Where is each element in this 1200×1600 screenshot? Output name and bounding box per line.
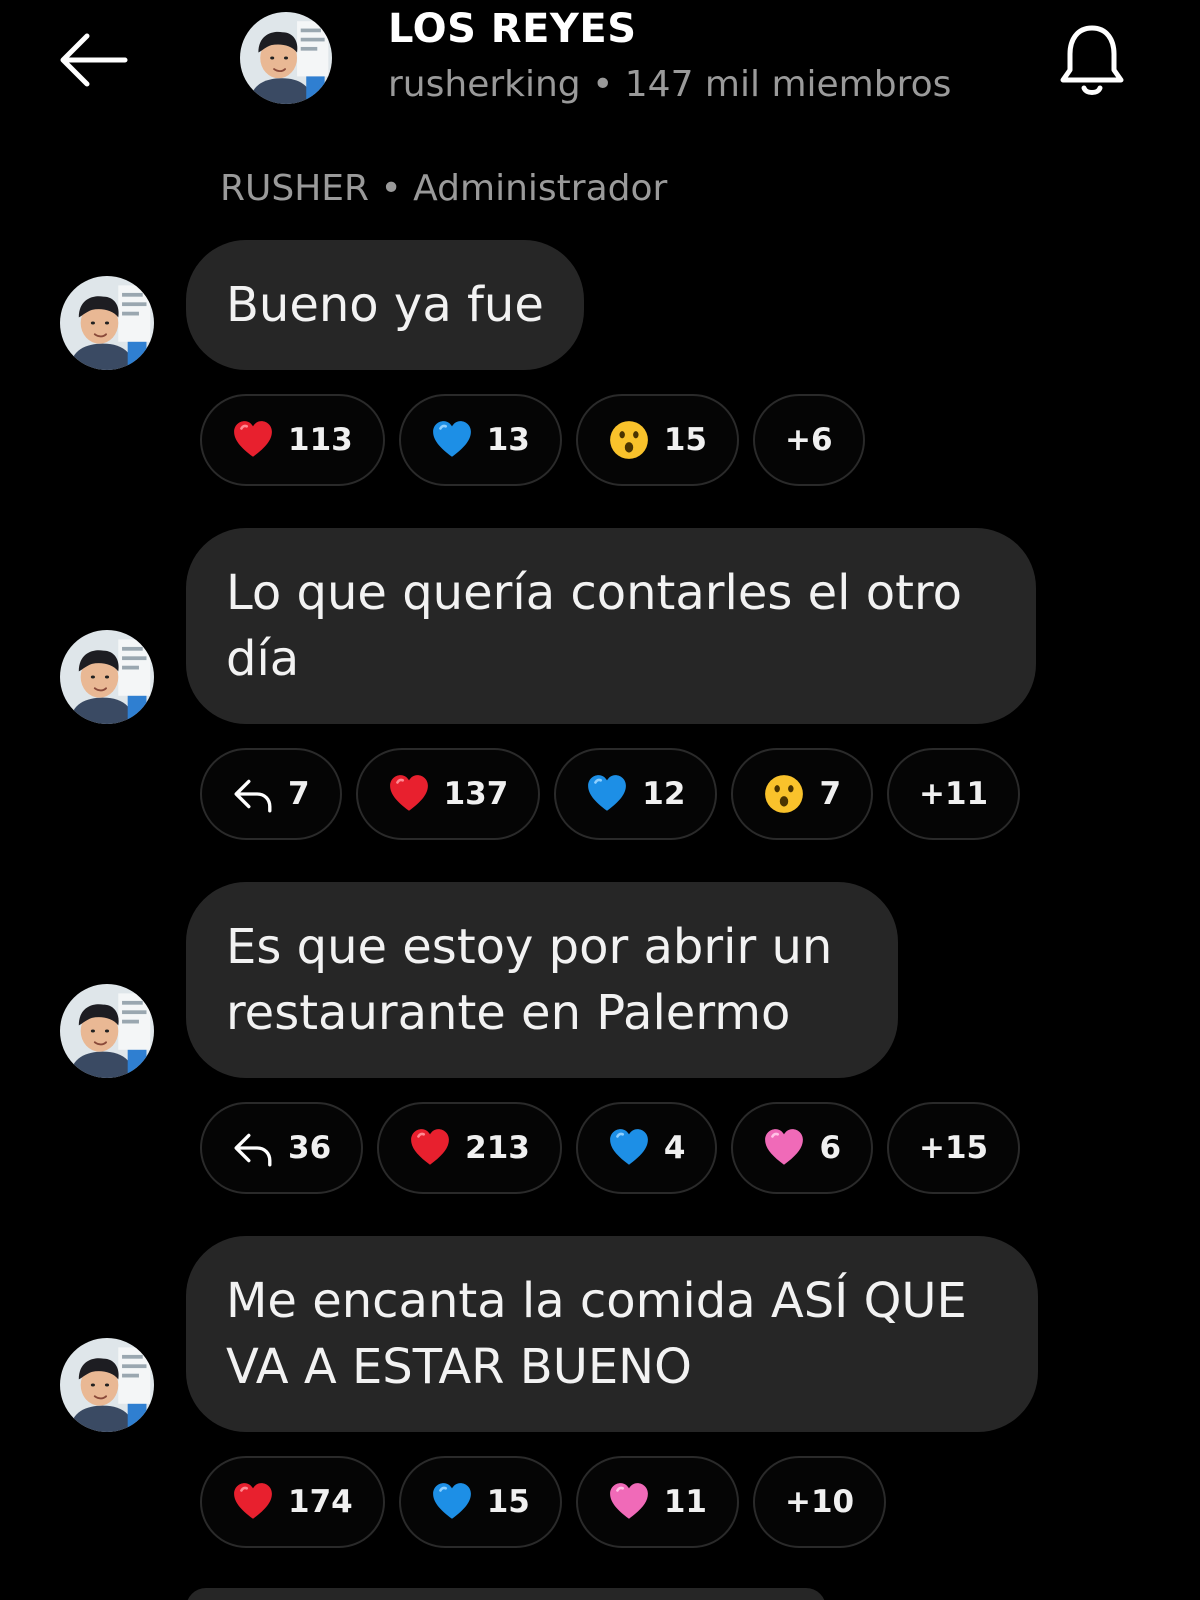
reaction-bar: 36 213 4 6 +15: [200, 1102, 1021, 1194]
channel-subtitle: rusherking • 147 mil miembros: [388, 64, 952, 105]
person-photo-icon: [60, 630, 154, 724]
red-heart-icon: [388, 773, 430, 815]
reply-icon: [232, 773, 274, 815]
reaction-count: 13: [486, 422, 530, 458]
reaction-bar: 113 13 15 +6: [200, 394, 865, 486]
reaction-count: 12: [642, 776, 686, 812]
red-heart-icon: [409, 1127, 451, 1169]
back-button[interactable]: [48, 20, 138, 100]
message-text: Es que estoy por abrir un restaurante en…: [226, 919, 833, 1041]
reaction-pill-red-heart[interactable]: 113: [200, 394, 385, 486]
reaction-count: 213: [465, 1130, 530, 1166]
reaction-count: 7: [819, 776, 842, 812]
reaction-count: 15: [663, 422, 707, 458]
message-text: Bueno ya fue: [226, 277, 544, 333]
reaction-count: +10: [785, 1484, 855, 1520]
bell-icon: [1060, 25, 1124, 95]
next-message-bubble[interactable]: [186, 1588, 826, 1600]
blue-heart-icon: [431, 419, 473, 461]
hushed-face-icon: [763, 773, 805, 815]
person-photo-icon: [240, 12, 332, 104]
message-text: Me encanta la comida ASÍ QUE VA A ESTAR …: [226, 1273, 967, 1395]
reaction-count: 174: [288, 1484, 353, 1520]
reaction-pill-blue-heart[interactable]: 12: [554, 748, 718, 840]
person-photo-icon: [60, 1338, 154, 1432]
message-text: Lo que quería contarles el otro día: [226, 565, 963, 687]
pink-heart-icon: [608, 1481, 650, 1523]
reaction-count: 113: [288, 422, 353, 458]
sender-avatar[interactable]: [60, 630, 154, 724]
sender-label: RUSHER • Administrador: [220, 168, 668, 209]
pink-heart-icon: [763, 1127, 805, 1169]
reaction-count: +15: [919, 1130, 989, 1166]
more-reactions-button[interactable]: +11: [887, 748, 1021, 840]
reaction-bar: 174 15 11 +10: [200, 1456, 887, 1548]
reaction-pill-pink-heart[interactable]: 6: [731, 1102, 874, 1194]
blue-heart-icon: [608, 1127, 650, 1169]
reaction-count: 6: [819, 1130, 842, 1166]
reaction-pill-blue-heart[interactable]: 4: [575, 1102, 718, 1194]
sender-avatar[interactable]: [60, 984, 154, 1078]
reaction-pill-blue-heart[interactable]: 13: [398, 394, 562, 486]
chat-header: LOS REYES rusherking • 147 mil miembros: [0, 0, 1200, 130]
person-photo-icon: [60, 984, 154, 1078]
red-heart-icon: [232, 419, 274, 461]
reaction-pill-hushed-face[interactable]: 15: [575, 394, 739, 486]
channel-title[interactable]: LOS REYES: [388, 6, 637, 52]
message-bubble[interactable]: Lo que quería contarles el otro día: [186, 528, 1036, 724]
reaction-pill-red-heart[interactable]: 137: [355, 748, 541, 840]
hushed-face-icon: [608, 419, 650, 461]
reply-icon: [232, 1127, 274, 1169]
arrow-left-icon: [60, 33, 128, 87]
replies-button[interactable]: 7: [200, 748, 342, 840]
blue-heart-icon: [431, 1481, 473, 1523]
reaction-count: 4: [663, 1130, 686, 1166]
reaction-pill-red-heart[interactable]: 174: [200, 1456, 385, 1548]
reaction-count: 15: [486, 1484, 530, 1520]
reaction-count: 7: [288, 776, 310, 812]
replies-button[interactable]: 36: [200, 1102, 364, 1194]
reaction-bar: 7 137 12 7 +11: [200, 748, 1021, 840]
reaction-count: 11: [663, 1484, 707, 1520]
reaction-pill-red-heart[interactable]: 213: [377, 1102, 562, 1194]
sender-avatar[interactable]: [60, 1338, 154, 1432]
reaction-pill-hushed-face[interactable]: 7: [731, 748, 874, 840]
red-heart-icon: [232, 1481, 274, 1523]
message-bubble[interactable]: Me encanta la comida ASÍ QUE VA A ESTAR …: [186, 1236, 1038, 1432]
message-bubble[interactable]: Bueno ya fue: [186, 240, 584, 370]
person-photo-icon: [60, 276, 154, 370]
channel-avatar[interactable]: [240, 12, 332, 104]
more-reactions-button[interactable]: +6: [753, 394, 865, 486]
reaction-count: 137: [443, 776, 509, 812]
reaction-count: 36: [288, 1130, 332, 1166]
reaction-count: +6: [785, 422, 833, 458]
message-bubble[interactable]: Es que estoy por abrir un restaurante en…: [186, 882, 898, 1078]
sender-avatar[interactable]: [60, 276, 154, 370]
blue-heart-icon: [586, 773, 628, 815]
reaction-count: +11: [919, 776, 989, 812]
reaction-pill-pink-heart[interactable]: 11: [575, 1456, 739, 1548]
reaction-pill-blue-heart[interactable]: 15: [398, 1456, 562, 1548]
more-reactions-button[interactable]: +10: [753, 1456, 887, 1548]
notifications-button[interactable]: [1052, 20, 1132, 100]
more-reactions-button[interactable]: +15: [887, 1102, 1021, 1194]
